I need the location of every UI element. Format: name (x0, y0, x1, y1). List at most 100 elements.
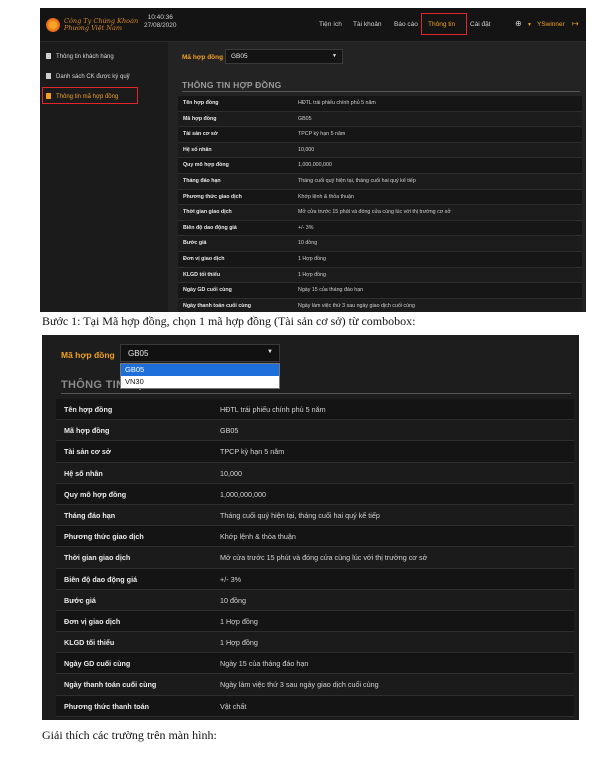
row-label: Phương thức giao dịch (64, 532, 144, 542)
table-row: Ngày GD cuối cùng Ngày 15 của tháng đáo h… (56, 653, 574, 675)
logout-icon[interactable]: ↦ (572, 19, 579, 28)
contract-table: Tên hợp đồng HĐTL trái phiếu chính phủ 5 … (56, 399, 574, 720)
table-row: Phương thức giao dịch Khớp lệnh & thỏa th… (56, 526, 574, 548)
row-label: Tên hợp đồng (183, 100, 219, 106)
top-bar: Công Ty Chứng Khoán Phương Việt Nam 10:4… (40, 8, 586, 42)
row-label: Thời gian giao dịch (183, 209, 232, 216)
row-label: Tháng đáo hạn (64, 510, 116, 520)
dropdown-option-gb05[interactable]: GB05 (121, 364, 279, 376)
row-label: Biên độ dao động giá (183, 224, 237, 231)
screenshot-contract-dropdown: Mã hợp đồng GB05 ▼ GB05 VN30 THÔNG TIN H… (42, 335, 579, 720)
row-label: KLGD tối thiểu (183, 271, 221, 278)
clock-time: 10:40:36 (147, 14, 173, 21)
table-row: Tên hợp đồng HĐTL trái phiếu chính phủ 5 … (56, 399, 574, 421)
table-row: Đơn vị giao dịch 1 Hợp đồng (178, 251, 582, 268)
contract-table: Tên hợp đồng HĐTL trái phiếu chính phủ 5 … (178, 96, 582, 312)
row-value: Tháng cuối quý hiện tại, tháng cuối hai … (298, 177, 416, 184)
document-icon (46, 73, 51, 79)
row-label: Đơn vị giao dịch (64, 616, 121, 626)
table-row: Bước giá 10 đồng (178, 236, 582, 252)
row-value: Khớp lệnh & thỏa thuận (298, 193, 354, 200)
nav-tai-khoan[interactable]: Tài khoản (353, 21, 382, 28)
chevron-down-icon: ▼ (332, 53, 337, 59)
row-value: 10,000 (220, 468, 242, 478)
row-value: GB05 (298, 115, 312, 122)
caption-step-1: Bước 1: Tại Mã hợp đồng, chọn 1 mã hợp đ… (42, 314, 416, 328)
table-row: Phương thức thanh toán Vật chất (56, 695, 574, 717)
row-value: Mở cửa trước 15 phút và đóng cửa cùng lú… (298, 209, 451, 216)
row-value: 1 Hợp đồng (298, 271, 326, 278)
row-value: +/- 3% (298, 224, 314, 231)
contract-label: Mã hợp đồng (61, 350, 115, 360)
row-label: Phương thức giao dịch (183, 193, 242, 200)
row-label: KLGD tối thiểu (64, 638, 115, 648)
row-label: Mã hợp đồng (64, 426, 110, 436)
table-row: Hệ số nhân 10,000 (178, 142, 582, 159)
row-label: Ngày thanh toán cuối cùng (64, 680, 157, 690)
row-value: Ngày 15 của tháng đáo hạn (298, 287, 364, 294)
table-row: KLGD tối thiểu 1 Hợp đồng (178, 267, 582, 284)
table-row: Tài sản cơ sở TPCP kỳ hạn 5 năm (56, 441, 574, 463)
row-label: Tháng đáo hạn (183, 177, 221, 184)
highlight-box-sidebar (42, 87, 138, 104)
row-value: Khớp lệnh & thỏa thuận (220, 532, 296, 542)
table-row: Bước giá 10 đồng (56, 589, 574, 611)
row-label: Tài sản cơ sở (64, 447, 111, 457)
table-row: Tài sản cơ sở TPCP kỳ hạn 5 năm (178, 127, 582, 143)
brand-line-2: Phương Việt Nam (64, 24, 122, 32)
table-row: Quy mô hợp đồng 1,000,000,000 (56, 483, 574, 505)
caption-fields: Giải thích các trường trên màn hình: (42, 728, 217, 742)
row-label: Mã hợp đồng (183, 115, 217, 122)
sidebar-item-label: Thông tin khách hàng (56, 54, 114, 60)
row-label: Đơn vị giao dịch (183, 255, 225, 262)
row-value: Ngày 15 của tháng đáo hạn (220, 659, 309, 669)
row-value: +/- 3% (220, 574, 241, 584)
row-value: 1 Hợp đồng (220, 638, 258, 648)
row-value: 10 đồng (220, 595, 246, 605)
nav-bao-cao[interactable]: Báo cáo (394, 21, 418, 28)
contract-label: Mã hợp đồng (182, 54, 224, 61)
main-panel: Mã hợp đồng GB05 ▼ THÔNG TIN HỢP ĐỒNG Tê… (168, 42, 586, 312)
table-row: Tên hợp đồng HĐTL trái phiếu chính phủ 5 … (178, 96, 582, 112)
row-value: 1,000,000,000 (298, 162, 332, 169)
row-label: Bước giá (183, 240, 207, 247)
dropdown-option-vn30[interactable]: VN30 (121, 376, 279, 388)
table-row: KLGD tối thiểu 1 Hợp đồng (56, 632, 574, 654)
table-row: Hệ số nhân 10,000 (56, 462, 574, 484)
contract-select-value: GB05 (128, 349, 149, 358)
table-row: Tháng đáo hạn Tháng cuối quý hiện tại, th… (56, 504, 574, 527)
table-row: Thời gian giao dịch Mở cửa trước 15 phút … (178, 205, 582, 221)
row-value: Ngày làm việc thứ 3 sau ngày giao dịch c… (298, 302, 415, 309)
table-row: Thời gian giao dịch Mở cửa trước 15 phút … (56, 547, 574, 569)
contract-select[interactable]: GB05 ▼ (225, 49, 343, 64)
chevron-down-icon[interactable]: ▼ (527, 22, 532, 28)
row-label: Phương thức thanh toán (64, 701, 149, 711)
sidebar-item-margin-list[interactable]: Danh sách CK được ký quỹ (46, 73, 130, 80)
row-value: TPCP kỳ hạn 5 năm (298, 131, 346, 138)
brand-name: Công Ty Chứng Khoán Phương Việt Nam (64, 18, 138, 32)
sidebar-item-customer-info[interactable]: Thông tin khách hàng (46, 53, 114, 60)
row-label: Quy mô hợp đồng (183, 162, 229, 169)
highlight-box-nav (421, 13, 467, 35)
table-row: Mã hợp đồng GB05 (178, 111, 582, 128)
contract-select-value: GB05 (231, 53, 248, 60)
nav-cai-dat[interactable]: Cài đặt (470, 21, 491, 28)
row-label: Hệ số nhân (64, 468, 103, 478)
row-value: Tháng cuối quý hiện tại, tháng cuối hai … (220, 510, 380, 520)
nav-tien-ich[interactable]: Tiện ích (319, 21, 342, 28)
row-value: 1 Hợp đồng (220, 616, 258, 626)
row-value: HĐTL trái phiếu chính phủ 5 năm (298, 100, 376, 106)
row-value: 1 Hợp đồng (298, 255, 326, 262)
sidebar-item-label: Danh sách CK được ký quỹ (56, 74, 130, 80)
username[interactable]: YSwinner (537, 21, 565, 28)
contract-select[interactable]: GB05 ▼ (120, 344, 280, 362)
table-row: Phương thức giao dịch Khớp lệnh & thỏa th… (178, 189, 582, 206)
row-label: Tài sản cơ sở (183, 131, 218, 138)
row-label: Ngày thanh toán cuối cùng (183, 302, 251, 309)
clock-date: 27/08/2020 (144, 22, 177, 29)
section-title: THÔNG TIN HỢP ĐỒNG (182, 80, 282, 90)
document-icon (46, 53, 51, 59)
row-value: TPCP kỳ hạn 5 năm (220, 447, 285, 457)
sidebar: Thông tin khách hàng Danh sách CK được k… (40, 42, 168, 312)
globe-icon[interactable]: ⊕ (515, 19, 522, 28)
